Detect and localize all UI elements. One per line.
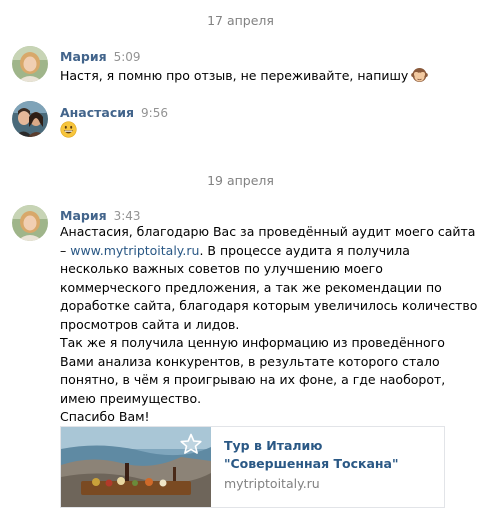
- link-snippet[interactable]: Тур в Италию "Совершенная Тоскана" mytri…: [60, 426, 445, 508]
- see-no-evil-monkey-icon: [411, 66, 429, 89]
- star-icon[interactable]: [179, 432, 203, 456]
- message-line: Спасибо Вам!: [60, 409, 150, 424]
- author-name[interactable]: Мария: [60, 49, 107, 64]
- avatar-maria[interactable]: [12, 46, 48, 82]
- message-line: Так же я получила ценную информацию из п…: [60, 335, 445, 350]
- message-line: Анастасия, благодарю Вас за проведённый …: [60, 224, 476, 239]
- message-line: Вами анализа конкурентов, в результате к…: [60, 353, 440, 369]
- message-line: – www.mytriptoitaly.ru. В процессе аудит…: [60, 242, 470, 261]
- message-line: доработке сайта, благодаря которым увели…: [60, 298, 478, 313]
- message-time[interactable]: 5:09: [114, 50, 141, 64]
- message-line: несколько важных советов по улучшению мо…: [60, 261, 383, 276]
- site-link[interactable]: www.mytriptoitaly.ru: [70, 243, 199, 258]
- message-time[interactable]: 3:43: [114, 209, 141, 223]
- message-text: Настя, я помню про отзыв, не переживайте…: [60, 66, 470, 89]
- snippet-domain: mytriptoitaly.ru: [224, 476, 320, 491]
- grinning-face-icon: [60, 121, 77, 142]
- message-time[interactable]: 9:56: [141, 106, 168, 120]
- message-header: Мария 3:43: [60, 208, 141, 224]
- message-line: понятно, в чём я проигрываю на их фоне, …: [60, 372, 446, 387]
- date-separator: 17 апреля: [207, 13, 274, 28]
- message-text-content: Настя, я помню про отзыв, не переживайте…: [60, 68, 409, 83]
- snippet-title[interactable]: Тур в Италию "Совершенная Тоскана": [224, 437, 429, 473]
- message-line-part: –: [60, 242, 71, 258]
- avatar-anastasia[interactable]: [12, 101, 48, 137]
- message-line: просмотров сайта и лидов.: [60, 316, 240, 332]
- avatar-maria[interactable]: [12, 205, 48, 241]
- message-text: Анастасия, благодарю Вас за проведённый …: [60, 223, 478, 427]
- author-name[interactable]: Анастасия: [60, 105, 134, 120]
- message-line: коммерческого предложения, а так же реко…: [60, 279, 442, 295]
- message-line-part: . В процессе аудита я получила: [199, 242, 410, 258]
- message-header: Анастасия 9:56: [60, 105, 168, 121]
- message-header: Мария 5:09: [60, 49, 141, 65]
- author-name[interactable]: Мария: [60, 208, 107, 223]
- message-line: имею преимущество.: [60, 390, 202, 406]
- chat-history: 17 апреля Мария 5:09 Настя, я помню про о…: [0, 0, 481, 521]
- date-separator: 19 апреля: [207, 173, 274, 188]
